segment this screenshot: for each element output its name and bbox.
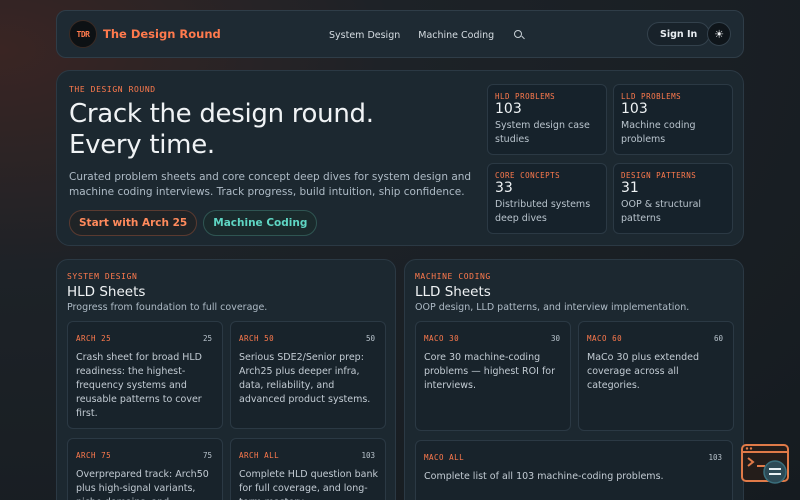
hld-sheets-panel: SYSTEM DESIGN HLD Sheets Progress from f… — [56, 259, 396, 500]
stat-card-lld: LLD PROBLEMS 103 Machine coding problems — [613, 84, 733, 155]
stat-desc: OOP & structural patterns — [621, 199, 702, 224]
card-desc: Serious SDE2/Senior prep: Arch25 plus de… — [239, 352, 371, 405]
panel-subtitle: OOP design, LLD patterns, and interview … — [415, 302, 690, 313]
card-count: 103 — [708, 453, 722, 462]
nav-links: System Design Machine Coding — [329, 11, 526, 59]
logo-icon[interactable]: TDR — [69, 20, 97, 48]
card-desc: Complete list of all 103 machine-coding … — [424, 471, 664, 482]
stat-desc: System design case studies — [495, 120, 590, 145]
panel-subtitle: Progress from foundation to full coverag… — [67, 302, 268, 313]
stat-value: 33 — [495, 180, 513, 196]
card-label: MACO ALL — [424, 453, 465, 462]
panel-eyebrow: SYSTEM DESIGN — [67, 272, 138, 281]
top-navbar: TDR The Design Round System Design Machi… — [56, 10, 744, 58]
card-desc: MaCo 30 plus extended coverage across al… — [587, 352, 700, 391]
hero-description: Curated problem sheets and core concept … — [69, 171, 472, 198]
machine-coding-button[interactable]: Machine Coding — [203, 210, 318, 236]
sheet-card-maco-all[interactable]: MACO ALL 103 Complete list of all 103 ma… — [415, 440, 733, 500]
card-count: 103 — [361, 451, 375, 460]
stat-desc: Distributed systems deep dives — [495, 199, 591, 224]
card-count: 30 — [550, 334, 560, 343]
card-label: ARCH 75 — [76, 451, 112, 460]
stat-label: CORE CONCEPTS — [495, 171, 561, 180]
stat-card-patterns: DESIGN PATTERNS 31 OOP & structural patt… — [613, 163, 733, 234]
stat-value: 103 — [621, 101, 648, 117]
card-label: MACO 30 — [424, 334, 460, 343]
hero-title: Crack the design round. Every time. — [69, 99, 489, 161]
floating-notes-search-icon[interactable] — [741, 444, 791, 488]
stat-label: HLD PROBLEMS — [495, 92, 556, 101]
sheet-card-arch-all[interactable]: ARCH ALL 103 Complete HLD question bank … — [230, 438, 386, 500]
hero-title-line-2: Every time. — [69, 130, 215, 160]
stat-value: 103 — [495, 101, 522, 117]
card-label: ARCH 25 — [76, 334, 112, 343]
card-label: ARCH 50 — [239, 334, 275, 343]
sign-in-button[interactable]: Sign In — [647, 22, 711, 46]
search-icon[interactable] — [512, 28, 526, 42]
panel-title: LLD Sheets — [415, 284, 491, 300]
sheet-card-arch50[interactable]: ARCH 50 50 Serious SDE2/Senior prep: Arc… — [230, 321, 386, 429]
card-count: 60 — [713, 334, 723, 343]
sheet-card-arch25[interactable]: ARCH 25 25 Crash sheet for broad HLD rea… — [67, 321, 223, 429]
start-arch25-button[interactable]: Start with Arch 25 — [69, 210, 198, 236]
nav-link-machine-coding[interactable]: Machine Coding — [418, 30, 494, 41]
cta-row: Start with Arch 25 Machine Coding — [69, 210, 318, 236]
stat-value: 31 — [621, 180, 639, 196]
panel-eyebrow: MACHINE CODING — [415, 272, 491, 281]
sheet-card-maco30[interactable]: MACO 30 30 Core 30 machine-coding proble… — [415, 321, 571, 431]
sheet-card-arch75[interactable]: ARCH 75 75 Overprepared track: Arch50 pl… — [67, 438, 223, 500]
hero-section: THE DESIGN ROUND Crack the design round.… — [56, 70, 744, 246]
sheet-card-maco60[interactable]: MACO 60 60 MaCo 30 plus extended coverag… — [578, 321, 734, 431]
stat-card-concepts: CORE CONCEPTS 33 Distributed systems dee… — [487, 163, 607, 234]
brand-name[interactable]: The Design Round — [103, 27, 221, 41]
stat-label: LLD PROBLEMS — [621, 92, 682, 101]
stat-card-hld: HLD PROBLEMS 103 System design case stud… — [487, 84, 607, 155]
sun-icon[interactable]: ☀ — [707, 22, 731, 46]
card-desc: Overprepared track: Arch50 plus high-sig… — [76, 469, 209, 500]
panel-title: HLD Sheets — [67, 284, 146, 300]
card-count: 50 — [365, 334, 375, 343]
stat-label: DESIGN PATTERNS — [621, 171, 697, 180]
stat-desc: Machine coding problems — [621, 120, 696, 145]
card-desc: Crash sheet for broad HLD readiness: the… — [76, 352, 203, 419]
card-label: ARCH ALL — [239, 451, 280, 460]
card-count: 75 — [202, 451, 212, 460]
card-label: MACO 60 — [587, 334, 623, 343]
nav-link-system-design[interactable]: System Design — [329, 30, 400, 41]
card-desc: Core 30 machine-coding problems — highes… — [424, 352, 556, 391]
hero-title-line-1: Crack the design round. — [69, 99, 374, 129]
card-desc: Complete HLD question bank for full cove… — [239, 469, 379, 500]
lld-sheets-panel: MACHINE CODING LLD Sheets OOP design, LL… — [404, 259, 744, 500]
card-count: 25 — [202, 334, 212, 343]
hero-eyebrow: THE DESIGN ROUND — [69, 85, 156, 94]
